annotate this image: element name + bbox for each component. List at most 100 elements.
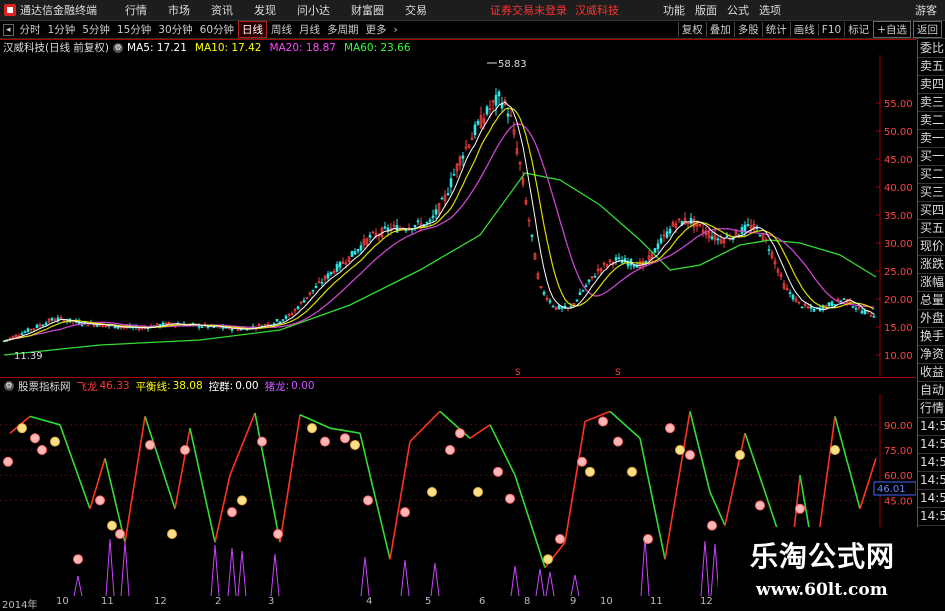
side-panel-item[interactable]: 换手 [918,328,945,346]
draw-line-button[interactable]: 画线 [789,22,818,37]
signal-dot [237,495,247,506]
side-panel-item[interactable]: 现价 [918,238,945,256]
side-panel-item[interactable]: 14:50 [918,454,945,472]
candle-body [278,321,282,323]
oscillator-segment [389,441,411,560]
guest-label[interactable]: 游客 [915,2,937,18]
oscillator-segment [144,416,176,510]
candle-body [353,251,357,255]
side-panel-item[interactable]: 委比 [918,40,945,58]
menu-discover[interactable]: 发现 [254,2,276,18]
candle-body [368,234,372,238]
x-tick: 5 [425,596,432,607]
period-monthly[interactable]: 月线 [296,22,323,37]
candle-body [575,299,579,302]
side-panel-item[interactable]: 买二 [918,166,945,184]
field-label-flying-dragon: 飞龙 [76,380,98,393]
side-panel-item[interactable]: 卖一 [918,130,945,148]
x-tick: 10 [600,596,613,607]
side-panel-item[interactable]: 买三 [918,184,945,202]
x-tick: 9 [570,596,577,607]
trade-login-notice[interactable]: 证券交易未登录 [490,2,567,18]
side-panel-item[interactable]: 买五 [918,220,945,238]
side-panel-item[interactable]: 涨幅 [918,274,945,292]
period-60min[interactable]: 60分钟 [197,22,237,37]
signal-dot [400,507,410,518]
prev-icon[interactable]: ◂ [3,23,14,36]
candle-body [593,276,597,278]
restore-rights-button[interactable]: 复权 [677,22,706,37]
menu-market[interactable]: 市场 [168,2,190,18]
side-panel-item[interactable]: 14:50 [918,472,945,490]
candle-body [428,219,432,222]
signal-dot [555,534,565,545]
mark-button[interactable]: 标记 [844,22,872,37]
signal-dot [307,423,317,434]
candle-body [833,304,837,306]
menu-options[interactable]: 选项 [759,2,781,18]
period-weekly[interactable]: 周线 [268,22,295,37]
side-panel-item[interactable]: 14:50 [918,490,945,508]
signal-dot [577,456,587,467]
period-1min[interactable]: 1分钟 [45,22,79,37]
menu-function[interactable]: 功能 [663,2,685,18]
menu-formula[interactable]: 公式 [727,2,749,18]
side-panel-item[interactable]: 买一 [918,148,945,166]
period-daily[interactable]: 日线 [238,21,268,38]
chevron-right-icon[interactable]: › [391,24,401,36]
side-panel-item[interactable]: 净资 [918,346,945,364]
menu-layout[interactable]: 版面 [695,2,717,18]
menu-trade[interactable]: 交易 [405,2,427,18]
statistics-button[interactable]: 统计 [761,22,790,37]
candle-body [20,333,24,336]
candle-body [326,273,330,279]
side-panel-item[interactable]: 自动 [918,382,945,400]
spike-signal [105,538,115,596]
period-multi[interactable]: 多周期 [324,22,362,37]
menu-bar: 通达信金融终端 行情 市场 资讯 发现 问小达 财富圈 交易 证券交易未登录 汉… [0,0,945,21]
candle-body [314,285,318,289]
settings-icon[interactable]: ⚙ [113,42,124,53]
menu-quotes[interactable]: 行情 [125,2,147,18]
side-panel-item[interactable]: 卖二 [918,112,945,130]
side-panel-item[interactable]: 卖五 [918,58,945,76]
price-chart[interactable]: 55.00 50.00 45.00 40.00 35.00 30.00 25.00 20.00… [0,55,916,377]
signal-dot [685,450,695,461]
side-panel-item[interactable]: 外盘 [918,310,945,328]
side-panel-item[interactable]: 卖三 [918,94,945,112]
multi-stock-button[interactable]: 多股 [733,22,762,37]
side-panel-item[interactable]: 卖四 [918,76,945,94]
signal-dot [473,487,483,497]
period-intraday[interactable]: 分时 [17,22,44,37]
back-button[interactable]: 返回 [913,21,942,38]
candle-body [212,326,216,329]
period-5min[interactable]: 5分钟 [79,22,113,37]
y-tick-label: 60.00 [884,471,913,482]
menu-wealth[interactable]: 财富圈 [351,2,384,18]
side-panel-item[interactable]: 行情 [918,400,945,418]
side-panel-item[interactable]: 14:50 [918,436,945,454]
overlay-button[interactable]: 叠加 [705,22,734,37]
side-panel-item[interactable]: 涨跌 [918,256,945,274]
candle-body [827,302,831,307]
signal-dot [227,507,237,518]
settings-icon[interactable]: ⚙ [4,381,14,391]
add-watchlist-button[interactable]: +自选 [873,21,911,38]
x-tick: 12 [154,596,167,607]
menu-news[interactable]: 资讯 [211,2,233,18]
signal-dot [643,534,653,545]
menu-ask[interactable]: 问小达 [297,2,330,18]
period-more[interactable]: 更多 [363,22,390,37]
oscillator-segment [59,424,91,510]
f10-button[interactable]: F10 [817,23,844,36]
period-30min[interactable]: 30分钟 [155,22,195,37]
side-panel-item[interactable]: 14:50 [918,418,945,436]
candle-body [350,250,354,257]
side-panel-item[interactable]: 收益 [918,364,945,382]
low-price-label: 11.39 [14,351,43,362]
period-15min[interactable]: 15分钟 [114,22,154,37]
side-panel-item[interactable]: 14:50 [918,508,945,526]
side-panel-item[interactable]: 总量 [918,292,945,310]
side-panel-item[interactable]: 买四 [918,202,945,220]
ma10-label: MA10: 17.42 [194,41,262,54]
